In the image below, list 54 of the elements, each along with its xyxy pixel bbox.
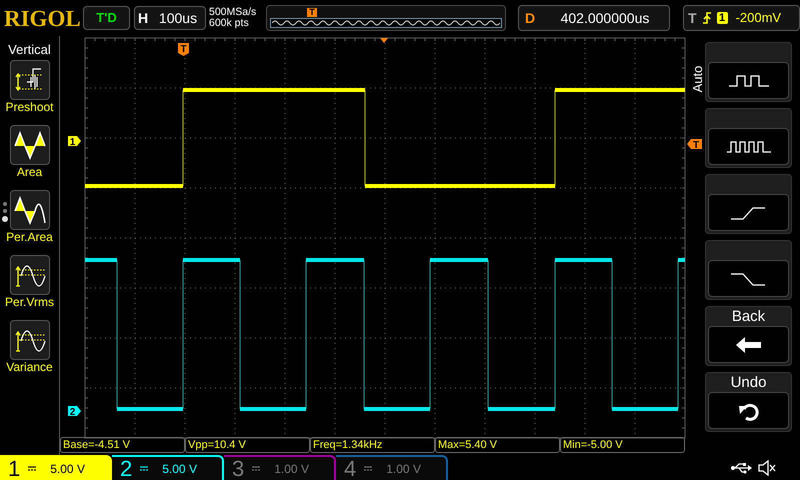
trigger-level: -200mV [736,9,782,28]
trigger-label: T [687,8,697,28]
brand-logo: RIGOL [4,6,80,30]
channel-tab[interactable]: 2 5.00 V [112,455,224,480]
softkey-button[interactable] [705,108,792,168]
channel-tab[interactable]: 1 5.00 V [0,455,112,480]
menu-label: Preshoot [5,100,54,116]
trigger-level-marker[interactable]: T [687,139,702,151]
dc-coupling-icon [140,466,148,472]
dc-coupling-icon [28,466,36,472]
measurement-readout: Base=-4.51 V [60,437,185,453]
side-menu-label: Auto [691,64,705,94]
memory-depth: 600k pts [209,18,250,29]
horizontal-label: H [136,8,150,28]
dc-coupling-icon [364,466,372,472]
pulse-icon [726,72,770,88]
menu-label: Per.Area [6,230,53,246]
menu-softkey[interactable] [10,320,50,360]
channel-marker[interactable]: 2 [68,406,81,418]
measurement-readout: Max=5.40 V [435,437,560,453]
menu-softkey[interactable] [10,190,50,230]
menu-label: Variance [6,360,53,376]
run-status-button[interactable]: T'D [83,6,130,30]
measurement-readout: Freq=1.34kHz [310,437,435,453]
channel-tab[interactable]: 4 1.00 V [336,455,448,480]
delay-label: D [524,8,536,28]
softkey-button[interactable]: Undo [705,372,792,432]
speaker-muted-icon [758,460,776,476]
pulse-train-icon [724,138,772,154]
dc-coupling-icon [252,466,260,472]
channel-marker[interactable]: 1 [68,136,81,148]
trigger-source-badge: 1 [716,12,728,24]
measurement-readout: Min=-5.00 V [560,437,685,453]
left-arrow-icon [734,336,764,354]
delay-value: 402.000000us [560,8,650,28]
softkey-button[interactable]: Back [705,306,792,366]
center-marker-icon [380,38,388,43]
trigger-box[interactable]: T 1 -200mV [683,5,800,31]
menu-title: Vertical [8,41,51,58]
sample-rate: 500MSa/s [209,7,258,18]
measurement-readout: Vpp=10.4 V [185,437,310,453]
timebase-value: 100us [158,8,198,28]
horizontal-scale-box[interactable]: H 100us [134,6,206,30]
usb-icon [730,462,752,474]
menu-softkey[interactable] [10,60,50,100]
menu-label: Per.Vrms [5,295,54,311]
channel-tab[interactable]: 3 1.00 V [224,455,336,480]
menu-softkey[interactable] [10,125,50,165]
delay-box[interactable]: D 402.000000us [518,5,670,31]
trigger-position-marker[interactable]: T [178,43,189,56]
trigger-position-marker: T [307,8,317,17]
menu-label: Area [16,165,42,181]
menu-softkey[interactable] [10,255,50,295]
rising-edge-icon [702,11,712,25]
